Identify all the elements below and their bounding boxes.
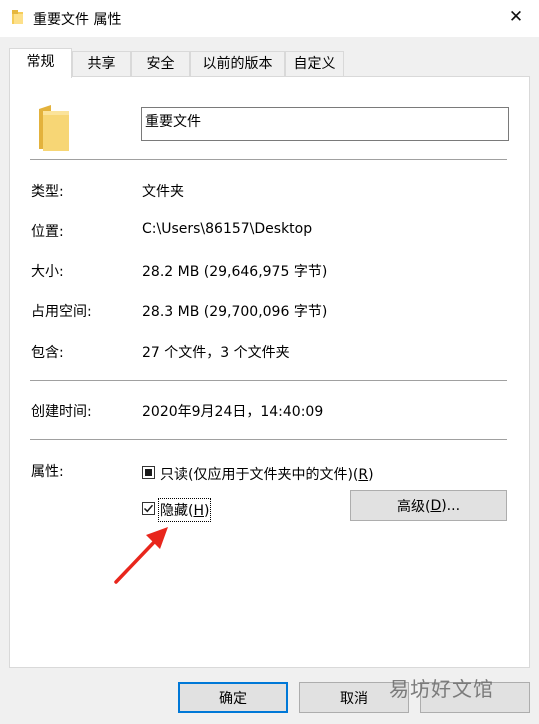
close-button[interactable]: ✕ <box>493 0 539 34</box>
folder-large-icon <box>39 105 69 151</box>
tab-strip: 常规 共享 安全 以前的版本 自定义 <box>9 48 529 78</box>
location-value: C:\Users\86157\Desktop <box>142 221 313 237</box>
attributes-label: 属性: <box>31 464 64 480</box>
hidden-checkbox-label[interactable]: 隐藏(H) <box>157 498 212 522</box>
separator <box>30 380 507 381</box>
separator <box>30 439 507 440</box>
checkmark-icon <box>143 504 154 513</box>
contains-label: 包含: <box>31 345 64 361</box>
close-icon: ✕ <box>508 7 524 27</box>
tab-previous-versions[interactable]: 以前的版本 <box>190 51 285 76</box>
created-value: 2020年9月24日，14:40:09 <box>142 404 324 420</box>
size-value: 28.2 MB (29,646,975 字节) <box>142 264 328 280</box>
ok-button[interactable]: 确定 <box>178 682 288 713</box>
disk-size-label: 占用空间: <box>31 304 92 320</box>
disk-size-value: 28.3 MB (29,700,096 字节) <box>142 304 328 320</box>
readonly-checkbox-label[interactable]: 只读(仅应用于文件夹中的文件)(R) <box>160 464 374 484</box>
tab-security[interactable]: 安全 <box>131 51 190 76</box>
hidden-checkbox[interactable] <box>142 502 155 515</box>
tab-customize[interactable]: 自定义 <box>285 51 344 76</box>
contains-value: 27 个文件，3 个文件夹 <box>142 345 290 361</box>
type-label: 类型: <box>31 184 64 200</box>
advanced-button[interactable]: 高级(D)... <box>350 490 507 521</box>
tab-general[interactable]: 常规 <box>9 48 72 78</box>
readonly-checkbox[interactable] <box>142 466 155 479</box>
tab-sharing[interactable]: 共享 <box>72 51 131 76</box>
watermark-text: 易坊好文馆 <box>389 677 494 701</box>
created-label: 创建时间: <box>31 404 92 420</box>
folder-name-input[interactable]: 重要文件 <box>141 107 509 141</box>
separator <box>30 159 507 160</box>
size-label: 大小: <box>31 264 64 280</box>
general-panel: 重要文件 类型: 文件夹 位置: C:\Users\86157\Desktop … <box>9 76 530 668</box>
folder-icon <box>12 10 23 24</box>
type-value: 文件夹 <box>142 184 184 200</box>
window-title: 重要文件 属性 <box>33 12 122 28</box>
location-label: 位置: <box>31 224 64 240</box>
title-bar: 重要文件 属性 ✕ <box>0 0 539 37</box>
